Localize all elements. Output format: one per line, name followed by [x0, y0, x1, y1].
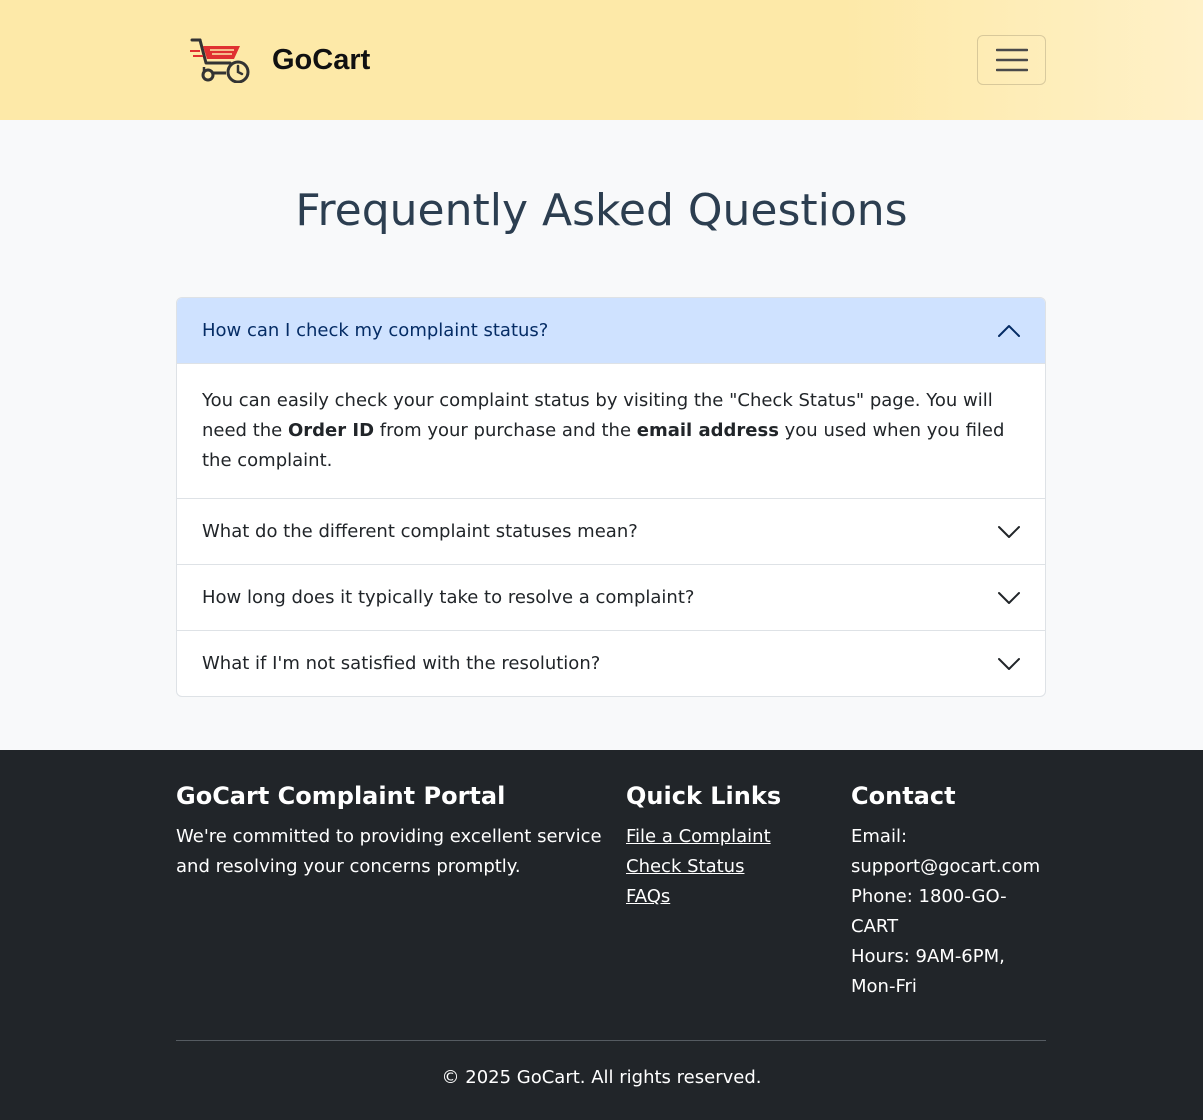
footer-about-heading: GoCart Complaint Portal	[176, 782, 506, 810]
footer-about: GoCart Complaint Portal We're committed …	[176, 780, 626, 1002]
faq-question-text: How can I check my complaint status?	[202, 320, 549, 341]
brand-link[interactable]: GoCart	[190, 37, 370, 83]
footer: GoCart Complaint Portal We're committed …	[0, 750, 1203, 1120]
faq-question-button[interactable]: How long does it typically take to resol…	[177, 565, 1045, 630]
hamburger-menu-icon	[995, 48, 1028, 72]
chevron-up-icon	[998, 324, 1020, 337]
footer-about-text: We're committed to providing excellent s…	[176, 826, 602, 877]
chevron-down-icon	[998, 657, 1020, 670]
main-content: Frequently Asked Questions How can I che…	[0, 120, 1203, 697]
faq-question-text: How long does it typically take to resol…	[202, 587, 695, 608]
file-complaint-link[interactable]: File a Complaint	[626, 826, 771, 847]
footer-contact: Contact Email: support@gocart.com Phone:…	[851, 780, 1046, 1002]
footer-links-list: File a Complaint Check Status FAQs	[626, 822, 851, 912]
faqs-link[interactable]: FAQs	[626, 886, 670, 907]
navbar-container: GoCart	[176, 0, 1046, 120]
list-item: Check Status	[626, 852, 851, 882]
contact-email: Email: support@gocart.com	[851, 826, 1041, 877]
faq-item: How can I check my complaint status? You…	[177, 298, 1045, 498]
faq-accordion: How can I check my complaint status? You…	[176, 297, 1046, 697]
faq-question-button[interactable]: How can I check my complaint status?	[177, 298, 1045, 363]
faq-answer-text: from your purchase and the	[374, 420, 637, 441]
page-title: Frequently Asked Questions	[295, 185, 908, 236]
footer-divider	[176, 1040, 1046, 1041]
brand-name: GoCart	[272, 43, 371, 76]
navbar-toggle-button[interactable]	[977, 35, 1046, 85]
faq-item: How long does it typically take to resol…	[177, 564, 1045, 630]
faq-item: What do the different complaint statuses…	[177, 498, 1045, 564]
footer-contact-heading: Contact	[851, 782, 956, 810]
footer-quick-links: Quick Links File a Complaint Check Statu…	[626, 780, 851, 1002]
list-item: FAQs	[626, 882, 851, 912]
faq-answer: You can easily check your complaint stat…	[177, 363, 1045, 498]
faq-question-button[interactable]: What if I'm not satisfied with the resol…	[177, 631, 1045, 696]
faq-question-text: What if I'm not satisfied with the resol…	[202, 653, 601, 674]
faq-item: What if I'm not satisfied with the resol…	[177, 630, 1045, 696]
contact-hours: Hours: 9AM-6PM, Mon-Fri	[851, 946, 1005, 997]
navbar: GoCart	[0, 0, 1203, 120]
copyright-text: © 2025 GoCart. All rights reserved.	[441, 1067, 762, 1088]
faq-question-text: What do the different complaint statuses…	[202, 521, 638, 542]
contact-phone: Phone: 1800-GO-CART	[851, 886, 1007, 937]
check-status-link[interactable]: Check Status	[626, 856, 744, 877]
list-item: File a Complaint	[626, 822, 851, 852]
chevron-down-icon	[998, 591, 1020, 604]
footer-links-heading: Quick Links	[626, 782, 782, 810]
chevron-down-icon	[998, 525, 1020, 538]
shopping-cart-icon	[190, 38, 250, 83]
footer-columns: GoCart Complaint Portal We're committed …	[176, 780, 1046, 1002]
faq-answer-bold-order-id: Order ID	[287, 420, 375, 441]
faq-question-button[interactable]: What do the different complaint statuses…	[177, 499, 1045, 564]
faq-answer-bold-email: email address	[636, 420, 779, 441]
